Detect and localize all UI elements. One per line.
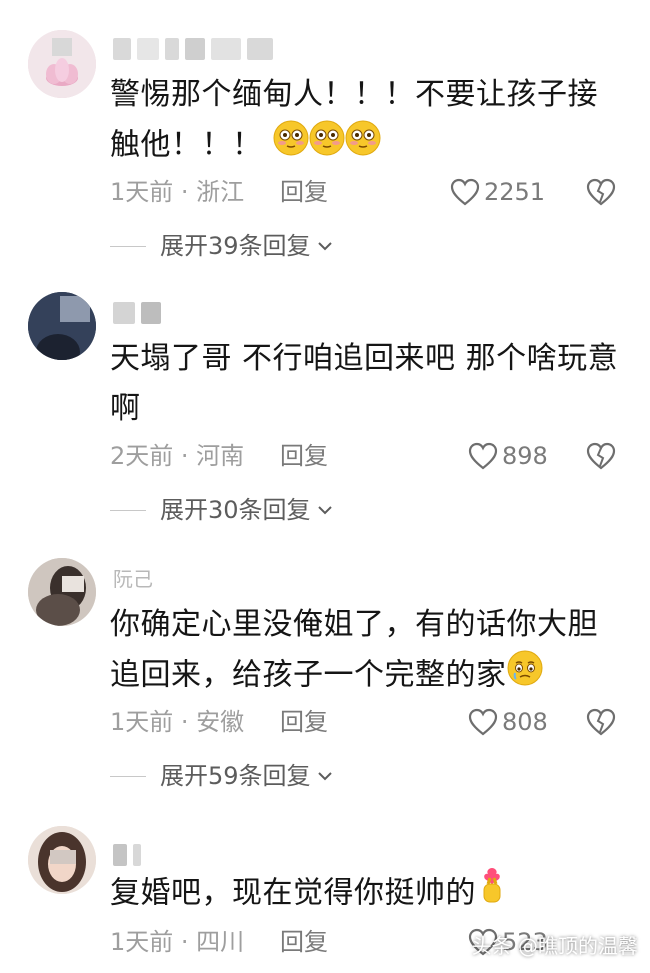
expand-replies-button[interactable]: 展开30条回复 — [110, 492, 335, 528]
reply-button[interactable]: 回复 — [280, 702, 328, 742]
avatar[interactable] — [28, 558, 96, 626]
person-avatar-icon — [28, 558, 96, 626]
time-location: 1天前 · 安徽 — [110, 708, 245, 736]
comment-text: 复婚吧，现在觉得你挺帅的 — [110, 866, 620, 922]
reply-button[interactable]: 回复 — [280, 172, 328, 212]
like-count: 898 — [502, 442, 548, 470]
comment-text: 警惕那个缅甸人！！！不要让孩子接 触他！！！ — [110, 70, 620, 172]
watermark: 头条 @瞧顶的温馨 — [471, 934, 638, 958]
comment-meta: 1天前 · 浙江 回复 2251 — [110, 172, 630, 212]
username-blurred[interactable] — [113, 34, 279, 60]
flushed-face-icon — [273, 120, 309, 172]
broken-heart-icon — [586, 442, 616, 470]
comment-meta: 1天前 · 安徽 回复 808 — [110, 702, 630, 742]
finger-heart-icon — [476, 866, 508, 922]
time-location: 1天前 · 浙江 — [110, 178, 245, 206]
like-button[interactable]: 898 — [468, 436, 588, 476]
expand-replies-label: 展开30条回复 — [160, 496, 311, 524]
reply-button[interactable]: 回复 — [280, 436, 328, 476]
time-location: 1天前 · 四川 — [110, 928, 245, 956]
flushed-face-icon — [345, 120, 381, 172]
chevron-down-icon — [317, 506, 332, 515]
heart-icon — [450, 178, 480, 206]
divider — [110, 775, 146, 777]
like-button[interactable]: 808 — [468, 702, 588, 742]
expand-replies-button[interactable]: 展开39条回复 — [110, 228, 335, 264]
lotus-avatar-icon — [28, 30, 96, 98]
dislike-button[interactable] — [586, 708, 616, 748]
comment-meta: 2天前 · 河南 回复 898 — [110, 436, 630, 476]
holding-back-tears-icon — [507, 650, 543, 702]
person-avatar-icon — [28, 292, 96, 360]
like-count: 2251 — [484, 178, 546, 206]
chevron-down-icon — [317, 772, 332, 781]
expand-replies-label: 展开39条回复 — [160, 232, 311, 260]
comment-text: 天塌了哥 不行咱追回来吧 那个啥玩意 啊 — [110, 341, 619, 426]
username[interactable]: 阮己 — [113, 566, 153, 592]
flushed-face-icon — [309, 120, 345, 172]
time-location: 2天前 · 河南 — [110, 442, 245, 470]
broken-heart-icon — [586, 708, 616, 736]
like-count: 808 — [502, 708, 548, 736]
heart-icon — [468, 708, 498, 736]
avatar[interactable] — [28, 826, 96, 894]
username-blurred[interactable] — [113, 840, 147, 866]
avatar[interactable] — [28, 30, 96, 98]
dislike-button[interactable] — [586, 442, 616, 482]
reply-button[interactable]: 回复 — [280, 922, 328, 962]
divider — [110, 245, 146, 247]
like-button[interactable]: 2251 — [450, 172, 570, 212]
dislike-button[interactable] — [586, 178, 616, 218]
divider — [110, 509, 146, 511]
comment-text: 你确定心里没俺姐了，有的话你大胆 追回来，给孩子一个完整的家 — [110, 600, 620, 702]
chevron-down-icon — [317, 242, 332, 251]
expand-replies-button[interactable]: 展开59条回复 — [110, 758, 335, 794]
broken-heart-icon — [586, 178, 616, 206]
person-avatar-icon — [28, 826, 96, 894]
avatar[interactable] — [28, 292, 96, 360]
username-blurred[interactable] — [113, 298, 167, 324]
expand-replies-label: 展开59条回复 — [160, 762, 311, 790]
heart-icon — [468, 442, 498, 470]
